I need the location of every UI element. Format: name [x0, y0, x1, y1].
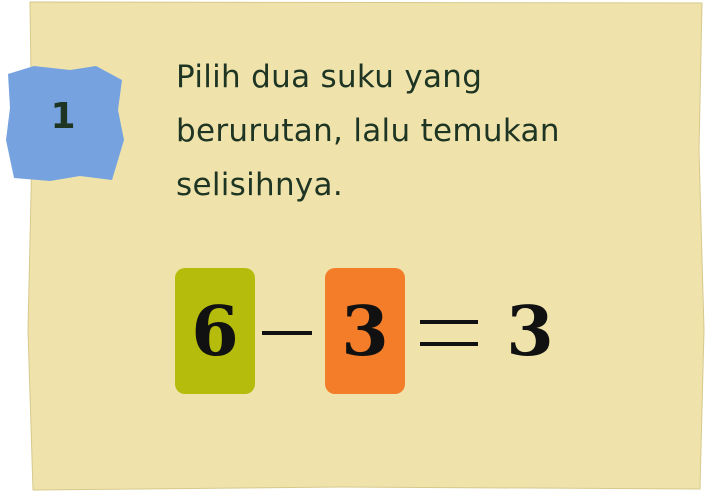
term2-value: 3 [341, 292, 389, 372]
result-value: 3 [506, 292, 554, 372]
instruction-text: Pilih dua suku yang berurutan, lalu temu… [176, 59, 560, 203]
term1-value: 6 [191, 292, 239, 372]
step-number: 1 [50, 96, 76, 137]
minus-sign [262, 331, 312, 335]
